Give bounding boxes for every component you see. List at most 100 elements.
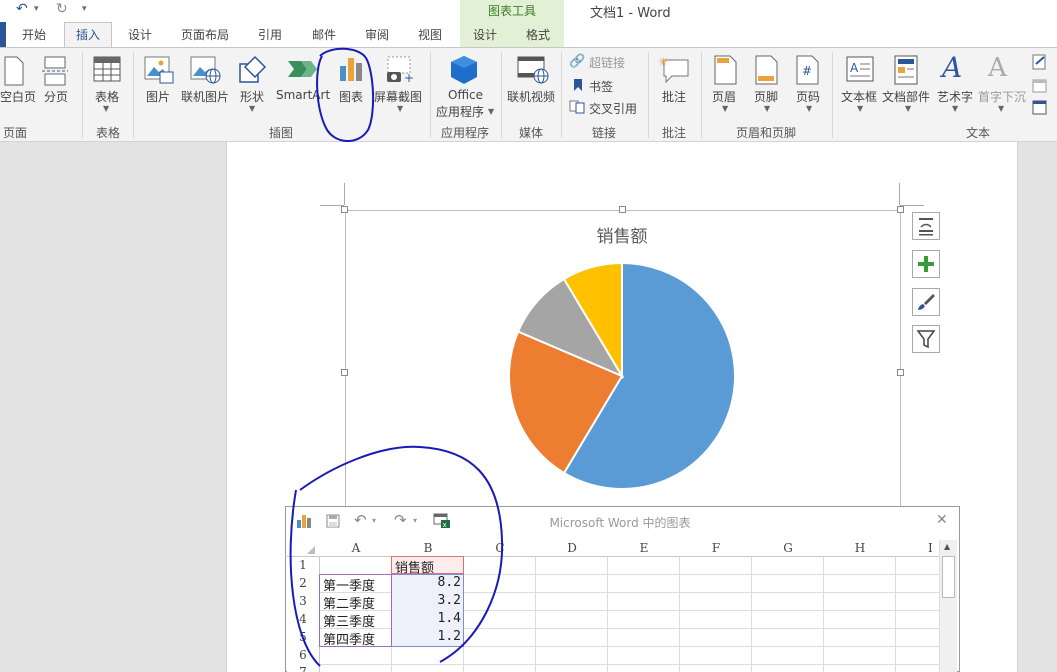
wordart-dropdown-icon[interactable]: ▼ (952, 104, 958, 113)
scroll-up-icon[interactable]: ▲ (944, 542, 950, 551)
screenshot-button[interactable]: 屏幕截图 (374, 88, 422, 105)
resize-handle[interactable] (897, 206, 904, 213)
close-icon[interactable]: ✕ (936, 512, 948, 528)
customize-qat-icon[interactable]: ▾ (82, 0, 87, 18)
bookmark-button[interactable]: 书签 (589, 78, 613, 95)
screenshot-dropdown-icon[interactable]: ▼ (397, 104, 403, 113)
resize-handle[interactable] (341, 369, 348, 376)
quick-parts-dropdown-icon[interactable]: ▼ (905, 104, 911, 113)
chart-title[interactable]: 销售额 (560, 222, 684, 247)
cross-reference-button[interactable]: 交叉引用 (589, 100, 637, 117)
page-break-button[interactable]: 分页 (44, 88, 68, 105)
redo-dropdown-icon[interactable]: ▾ (413, 516, 417, 525)
column-header-i[interactable]: I (896, 540, 968, 557)
redo-icon[interactable]: ↷ (394, 511, 407, 529)
blank-page-button[interactable]: 空白页 (0, 88, 36, 105)
tab-mailings[interactable]: 邮件 (312, 26, 336, 43)
textbox-dropdown-icon[interactable]: ▼ (857, 104, 863, 113)
resize-handle[interactable] (897, 369, 904, 376)
column-header-h[interactable]: H (824, 540, 896, 557)
row-header-4[interactable]: 4 (287, 612, 319, 626)
office-apps-dropdown-icon[interactable]: ▼ (488, 107, 494, 116)
layout-options-button[interactable] (912, 212, 940, 240)
edit-in-excel-icon[interactable]: x (433, 513, 451, 529)
chart-filters-button[interactable] (912, 325, 940, 353)
smartart-button[interactable]: SmartArt (276, 88, 330, 102)
pie-chart[interactable] (506, 260, 738, 492)
redo-icon[interactable]: ↻ (56, 0, 68, 18)
header-dropdown-icon[interactable]: ▼ (722, 104, 728, 113)
scroll-thumb[interactable] (942, 556, 955, 598)
cell-b1[interactable]: 销售额 (395, 557, 434, 576)
chart-elements-button[interactable] (912, 250, 940, 278)
row-header-6[interactable]: 6 (287, 648, 319, 662)
tab-home[interactable]: 开始 (22, 26, 46, 43)
row-header-3[interactable]: 3 (287, 594, 319, 608)
cell-b5[interactable]: 1.2 (392, 629, 461, 644)
tab-chart-format[interactable]: 格式 (526, 26, 550, 43)
cell-a5[interactable]: 第四季度 (323, 629, 375, 648)
undo-dropdown-icon[interactable]: ▾ (34, 0, 39, 18)
cell-b3[interactable]: 3.2 (392, 593, 461, 608)
online-video-button[interactable]: 联机视频 (507, 88, 555, 105)
dropcap-button[interactable]: 首字下沉 (978, 88, 1026, 105)
cell-b4[interactable]: 1.4 (392, 611, 461, 626)
online-picture-button[interactable]: 联机图片 (181, 88, 229, 105)
chart-styles-button[interactable] (912, 288, 940, 316)
dropcap-dropdown-icon[interactable]: ▼ (998, 104, 1004, 113)
column-header-b[interactable]: B (392, 540, 464, 557)
new-comment-button[interactable]: 批注 (662, 88, 686, 105)
signature-line-icon[interactable] (1032, 54, 1048, 70)
page-number-button[interactable]: 页码 (796, 88, 820, 105)
tab-view[interactable]: 视图 (418, 26, 442, 43)
shapes-dropdown-icon[interactable]: ▼ (249, 104, 255, 113)
header-button[interactable]: 页眉 (712, 88, 736, 105)
textbox-button[interactable]: 文本框 (841, 88, 877, 105)
column-header-a[interactable]: A (320, 540, 392, 557)
wordart-button[interactable]: 艺术字 (937, 88, 973, 105)
page-number-dropdown-icon[interactable]: ▼ (806, 104, 812, 113)
office-apps-button-line2[interactable]: 应用程序 (436, 103, 484, 120)
footer-dropdown-icon[interactable]: ▼ (764, 104, 770, 113)
cell-a4[interactable]: 第三季度 (323, 611, 375, 630)
column-header-e[interactable]: E (608, 540, 680, 557)
column-header-g[interactable]: G (752, 540, 824, 557)
row-header-2[interactable]: 2 (287, 576, 319, 590)
vertical-scrollbar[interactable]: ▲ (939, 540, 957, 672)
undo-dropdown-icon[interactable]: ▾ (372, 516, 376, 525)
tab-chart-design[interactable]: 设计 (473, 26, 497, 43)
column-header-d[interactable]: D (536, 540, 608, 557)
tab-references[interactable]: 引用 (258, 26, 282, 43)
tab-review[interactable]: 审阅 (365, 26, 389, 43)
footer-button[interactable]: 页脚 (754, 88, 778, 105)
edit-data-chart-icon[interactable] (296, 514, 314, 528)
shapes-button[interactable]: 形状 (240, 88, 264, 105)
row-header-5[interactable]: 5 (287, 630, 319, 644)
picture-button[interactable]: 图片 (146, 88, 170, 105)
tab-page-layout[interactable]: 页面布局 (181, 26, 229, 43)
save-icon[interactable] (326, 514, 340, 528)
hyperlink-button[interactable]: 超链接 (589, 54, 625, 71)
cell-b2[interactable]: 8.2 (392, 575, 461, 590)
file-tab-edge[interactable] (0, 22, 6, 47)
tab-design[interactable]: 设计 (128, 26, 152, 43)
office-apps-button-line1[interactable]: Office (448, 88, 483, 102)
select-all-corner[interactable] (306, 545, 316, 555)
table-dropdown-icon[interactable]: ▼ (103, 104, 109, 113)
tab-insert[interactable]: 插入 (76, 26, 100, 43)
chart-button[interactable]: 图表 (339, 88, 363, 105)
cell-a3[interactable]: 第二季度 (323, 593, 375, 612)
column-header-c[interactable]: C (464, 540, 536, 557)
column-header-f[interactable]: F (680, 540, 752, 557)
row-header-1[interactable]: 1 (287, 558, 319, 572)
cell-a2[interactable]: 第一季度 (323, 575, 375, 594)
date-time-icon[interactable] (1032, 78, 1048, 94)
undo-icon[interactable]: ↶ (354, 511, 367, 529)
row-header-7[interactable]: 7 (287, 665, 319, 672)
table-button[interactable]: 表格 (95, 88, 119, 105)
object-icon[interactable] (1032, 100, 1048, 116)
resize-handle[interactable] (341, 206, 348, 213)
resize-handle[interactable] (619, 206, 626, 213)
undo-icon[interactable]: ↶ (16, 0, 28, 18)
quick-parts-button[interactable]: 文档部件 (882, 88, 930, 105)
